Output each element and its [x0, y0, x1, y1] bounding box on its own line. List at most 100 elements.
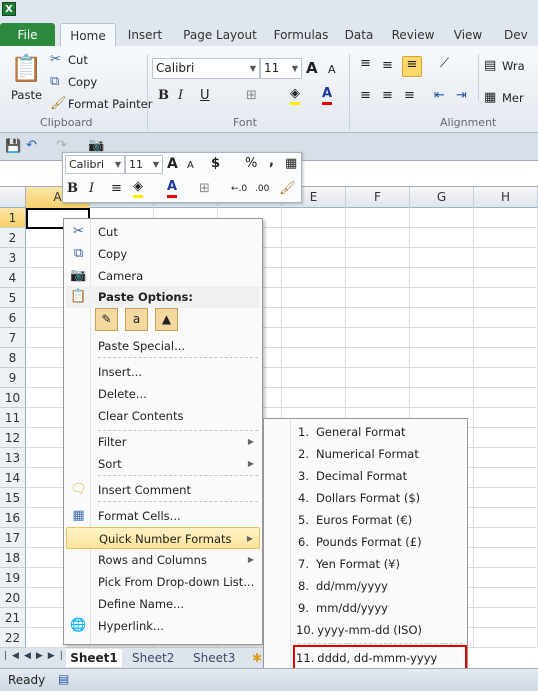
menu-item-clear-contents[interactable]: Clear Contents — [66, 405, 260, 427]
menu-item-sort[interactable]: Sort ▶ — [66, 453, 260, 475]
tab-home[interactable]: Home — [60, 23, 116, 47]
row-header-11[interactable]: 11 — [0, 408, 26, 428]
mini-font-combo[interactable]: Calibri ▼ — [65, 155, 125, 174]
grow-font-icon[interactable]: A — [167, 156, 178, 172]
paste-icon[interactable]: 📋 — [10, 52, 42, 86]
macro-record-icon[interactable]: ▤ — [58, 672, 69, 686]
increase-decimal-icon[interactable]: ←.0 — [231, 181, 247, 197]
orientation-icon[interactable]: ⟋ — [440, 56, 449, 72]
mini-size-combo[interactable]: 11 ▼ — [125, 155, 163, 174]
row-header-4[interactable]: 4 — [0, 268, 26, 288]
row-header-15[interactable]: 15 — [0, 488, 26, 508]
align-center-icon[interactable]: ≡ — [382, 88, 393, 104]
underline-icon[interactable]: U — [200, 88, 210, 104]
grow-font-icon[interactable]: A — [306, 60, 318, 76]
decrease-indent-icon[interactable]: ⇤ — [434, 88, 445, 104]
submenu-item-7[interactable]: 7. Yen Format (¥) — [298, 553, 400, 575]
paste-values-icon[interactable]: a — [125, 308, 148, 331]
sheet-tab-1[interactable]: Sheet1 — [66, 649, 122, 667]
column-header-g[interactable]: G — [410, 187, 474, 208]
row-header-14[interactable]: 14 — [0, 468, 26, 488]
wrap-text-button[interactable]: Wra — [502, 59, 525, 73]
align-right-icon[interactable]: ≡ — [404, 88, 415, 104]
italic-icon[interactable]: I — [178, 88, 183, 104]
format-painter-icon[interactable]: 🖌 — [279, 181, 296, 197]
submenu-item-8[interactable]: 8. dd/mm/yyyy — [298, 575, 388, 597]
sheet-tab-2[interactable]: Sheet2 — [132, 649, 174, 667]
tab-view[interactable]: View — [450, 23, 486, 47]
submenu-item-5[interactable]: 5. Euros Format (€) — [298, 509, 412, 531]
shrink-font-icon[interactable]: A — [328, 62, 336, 78]
cut-button[interactable]: Cut — [68, 53, 88, 67]
row-header-17[interactable]: 17 — [0, 528, 26, 548]
align-top-icon[interactable]: ≡ — [360, 56, 371, 72]
tab-insert[interactable]: Insert — [122, 23, 168, 47]
menu-item-hyperlink[interactable]: 🌐 Hyperlink... — [66, 615, 260, 637]
percent-button[interactable]: % — [245, 156, 257, 172]
format-painter-button[interactable]: Format Painter — [68, 97, 152, 111]
menu-item-paste-special[interactable]: Paste Special... — [66, 335, 260, 357]
submenu-item-6[interactable]: 6. Pounds Format (£) — [298, 531, 422, 553]
submenu-item-1[interactable]: 1. General Format — [298, 421, 406, 443]
font-size-combo[interactable]: 11 ▼ — [260, 58, 302, 79]
bold-icon[interactable]: B — [67, 181, 78, 197]
save-icon[interactable]: 💾 — [5, 139, 21, 155]
menu-item-insert[interactable]: Insert... — [66, 361, 260, 383]
decrease-decimal-icon[interactable]: .00 — [255, 181, 269, 197]
menu-item-define-name[interactable]: Define Name... — [66, 593, 260, 615]
row-header-5[interactable]: 5 — [0, 288, 26, 308]
row-header-9[interactable]: 9 — [0, 368, 26, 388]
undo-icon[interactable]: ↶ — [26, 138, 37, 154]
row-header-3[interactable]: 3 — [0, 248, 26, 268]
row-header-13[interactable]: 13 — [0, 448, 26, 468]
submenu-item-2[interactable]: 2. Numerical Format — [298, 443, 419, 465]
increase-indent-icon[interactable]: ⇥ — [456, 88, 467, 104]
comma-button[interactable]: , — [269, 154, 274, 170]
align-bottom-icon[interactable]: ≡ — [402, 56, 422, 77]
row-header-19[interactable]: 19 — [0, 568, 26, 588]
borders-icon[interactable]: ⊞ — [199, 181, 210, 197]
column-header-f[interactable]: F — [346, 187, 410, 208]
menu-item-camera[interactable]: 📷 Camera — [66, 265, 260, 287]
column-header-h[interactable]: H — [474, 187, 538, 208]
row-header-1[interactable]: 1 — [0, 208, 26, 228]
row-header-21[interactable]: 21 — [0, 608, 26, 628]
tab-developer[interactable]: Dev — [504, 23, 538, 47]
menu-item-quick-number-formats[interactable]: Quick Number Formats ▶ — [66, 527, 260, 549]
row-header-7[interactable]: 7 — [0, 328, 26, 348]
submenu-item-3[interactable]: 3. Decimal Format — [298, 465, 407, 487]
paste-picture-icon[interactable]: ▲ — [155, 308, 178, 331]
tab-page-layout[interactable]: Page Layout — [180, 23, 260, 47]
copy-button[interactable]: Copy — [68, 75, 97, 89]
menu-item-rows-and-columns[interactable]: Rows and Columns ▶ — [66, 549, 260, 571]
font-color-icon[interactable]: A — [167, 179, 178, 198]
row-header-12[interactable]: 12 — [0, 428, 26, 448]
row-header-8[interactable]: 8 — [0, 348, 26, 368]
paste-formatting-icon[interactable]: ✎ — [95, 308, 118, 331]
font-color-icon[interactable]: A — [322, 86, 333, 105]
menu-item-insert-comment[interactable]: 🗨 Insert Comment — [66, 479, 260, 501]
shrink-font-icon[interactable]: A — [187, 158, 194, 174]
merge-center-icon[interactable]: ▦ — [285, 156, 297, 172]
row-header-22[interactable]: 22 — [0, 628, 26, 648]
menu-item-cut[interactable]: ✂ Cut — [66, 221, 260, 243]
bold-icon[interactable]: B — [158, 88, 169, 104]
submenu-item-9[interactable]: 9. mm/dd/yyyy — [298, 597, 388, 619]
menu-item-format-cells[interactable]: ▦ Format Cells... — [66, 505, 260, 527]
menu-item-pick-from-drop-down-list[interactable]: Pick From Drop-down List... — [66, 571, 260, 593]
currency-button[interactable]: $ — [211, 156, 220, 172]
italic-icon[interactable]: I — [89, 181, 94, 197]
tab-review[interactable]: Review — [390, 23, 436, 47]
font-name-combo[interactable]: Calibri ▼ — [152, 58, 260, 79]
tab-formulas[interactable]: Formulas — [268, 23, 334, 47]
fill-color-icon[interactable]: ◈ — [133, 179, 143, 198]
row-header-20[interactable]: 20 — [0, 588, 26, 608]
sheet-tab-3[interactable]: Sheet3 — [193, 649, 235, 667]
menu-item-filter[interactable]: Filter ▶ — [66, 431, 260, 453]
submenu-item-4[interactable]: 4. Dollars Format ($) — [298, 487, 420, 509]
insert-sheet-icon[interactable]: ✱ — [252, 649, 262, 667]
tab-file[interactable]: File — [0, 23, 55, 47]
align-middle-icon[interactable]: ≡ — [382, 58, 393, 74]
menu-item-copy[interactable]: ⧉ Copy — [66, 243, 260, 265]
center-icon[interactable]: ≡ — [111, 181, 122, 197]
